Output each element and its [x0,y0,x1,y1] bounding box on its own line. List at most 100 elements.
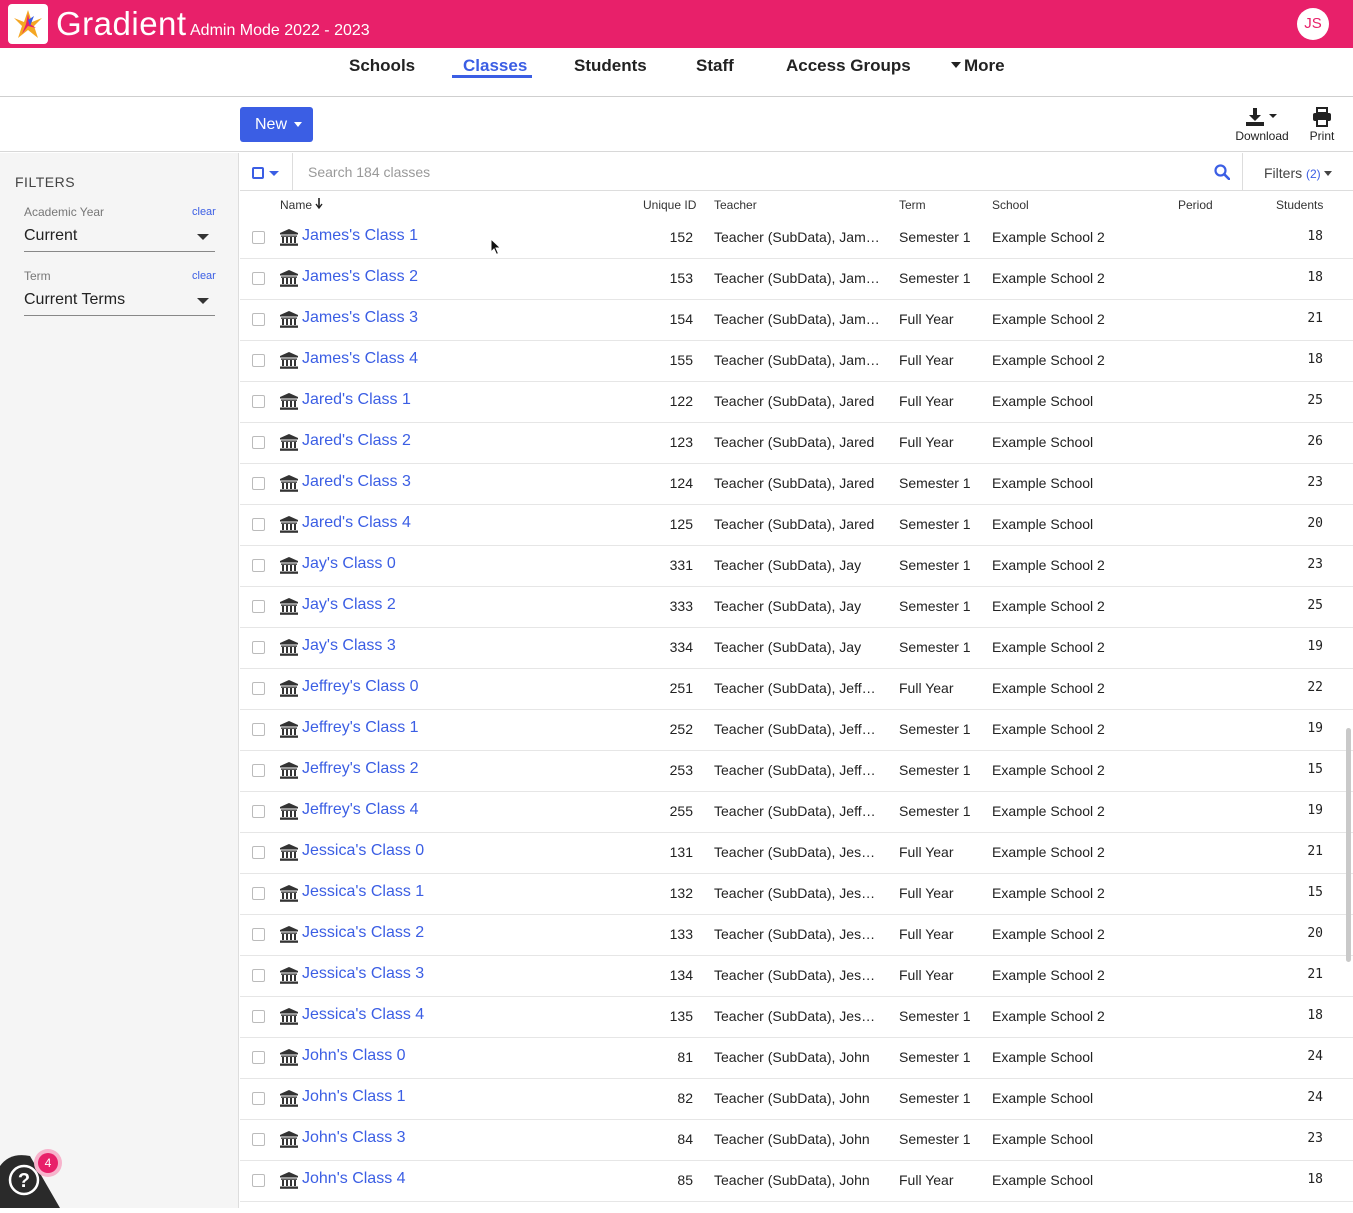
class-name-link[interactable]: John's Class 1 [302,1088,406,1106]
table-row[interactable]: Jared's Class 1 122 Teacher (SubData), Jar… [240,382,1353,423]
table-row[interactable]: Jared's Class 4 125 Teacher (SubData), Jar… [240,505,1353,546]
row-checkbox[interactable] [252,969,265,982]
class-name-link[interactable]: Jay's Class 2 [302,596,396,614]
table-row[interactable]: Jeffrey's Class 0 251 Teacher (SubData), J… [240,669,1353,710]
table-row[interactable]: James's Class 1 152 Teacher (SubData), Jam… [240,218,1353,259]
table-row[interactable]: Jessica's Class 3 134 Teacher (SubData), J… [240,956,1353,997]
class-name-link[interactable]: Jared's Class 4 [302,514,411,532]
row-checkbox[interactable] [252,1092,265,1105]
new-button[interactable]: New [240,107,313,142]
term-clear-link[interactable]: clear [192,270,216,282]
select-menu-caret-icon[interactable] [269,171,279,176]
table-row[interactable]: James's Class 3 154 Teacher (SubData), Jam… [240,300,1353,341]
class-name-link[interactable]: Jessica's Class 4 [302,1006,424,1024]
search-input[interactable] [308,161,1188,183]
row-checkbox[interactable] [252,723,265,736]
row-checkbox[interactable] [252,1010,265,1023]
class-name-link[interactable]: Jeffrey's Class 2 [302,760,419,778]
row-checkbox[interactable] [252,272,265,285]
class-name-link[interactable]: Jeffrey's Class 0 [302,678,419,696]
search-icon[interactable] [1214,164,1231,185]
filters-button[interactable]: Filters (2) [1264,165,1321,181]
class-name-link[interactable]: Jeffrey's Class 4 [302,801,419,819]
class-name-link[interactable]: Jessica's Class 0 [302,842,424,860]
row-checkbox[interactable] [252,559,265,572]
table-row[interactable]: Jessica's Class 0 131 Teacher (SubData), J… [240,833,1353,874]
nav-classes[interactable]: Classes [463,56,527,76]
table-row[interactable]: Jay's Class 0 331 Teacher (SubData), Jay Se… [240,546,1353,587]
class-name-link[interactable]: Jared's Class 3 [302,473,411,491]
nav-students[interactable]: Students [574,56,647,76]
class-name-link[interactable]: James's Class 3 [302,309,418,327]
class-name-link[interactable]: Jared's Class 2 [302,432,411,450]
table-row[interactable]: Jeffrey's Class 2 253 Teacher (SubData), J… [240,751,1353,792]
row-checkbox[interactable] [252,805,265,818]
column-header-school[interactable]: School [992,198,1029,212]
class-name-link[interactable]: John's Class 3 [302,1129,406,1147]
table-row[interactable]: John's Class 4 85 Teacher (SubData), John F… [240,1161,1353,1202]
row-checkbox[interactable] [252,641,265,654]
class-name-link[interactable]: Jay's Class 0 [302,555,396,573]
table-row[interactable]: Jessica's Class 1 132 Teacher (SubData), J… [240,874,1353,915]
class-name-link[interactable]: Jessica's Class 2 [302,924,424,942]
column-header-unique-id[interactable]: Unique ID [643,198,696,212]
column-header-name[interactable]: Name [280,198,323,212]
row-checkbox[interactable] [252,682,265,695]
table-row[interactable]: Jared's Class 2 123 Teacher (SubData), Jar… [240,423,1353,464]
row-checkbox[interactable] [252,477,265,490]
row-checkbox[interactable] [252,764,265,777]
class-name-link[interactable]: Jared's Class 1 [302,391,411,409]
row-checkbox[interactable] [252,1051,265,1064]
academic-year-clear-link[interactable]: clear [192,206,216,218]
notification-badge[interactable]: 4 [38,1153,58,1173]
class-name-link[interactable]: John's Class 4 [302,1170,406,1188]
nav-staff[interactable]: Staff [696,56,734,76]
table-row[interactable]: James's Class 4 155 Teacher (SubData), Jam… [240,341,1353,382]
class-name-link[interactable]: John's Class 0 [302,1047,406,1065]
row-checkbox[interactable] [252,436,265,449]
download-button[interactable]: Download [1233,107,1291,143]
table-row[interactable]: John's Class 1 82 Teacher (SubData), John S… [240,1079,1353,1120]
column-header-term[interactable]: Term [899,198,926,212]
row-checkbox[interactable] [252,928,265,941]
select-all-checkbox[interactable] [252,167,264,179]
table-row[interactable]: Jessica's Class 4 135 Teacher (SubData), J… [240,997,1353,1038]
class-name-link[interactable]: Jessica's Class 1 [302,883,424,901]
term-select[interactable]: Current Terms [24,291,125,309]
scrollbar[interactable] [1346,728,1351,962]
class-name-link[interactable]: Jay's Class 3 [302,637,396,655]
row-checkbox[interactable] [252,1174,265,1187]
table-row[interactable]: Jeffrey's Class 1 252 Teacher (SubData), J… [240,710,1353,751]
print-button[interactable]: Print [1305,107,1339,143]
row-checkbox[interactable] [252,600,265,613]
table-row[interactable]: John's Class 0 81 Teacher (SubData), John S… [240,1038,1353,1079]
row-checkbox[interactable] [252,887,265,900]
class-name-link[interactable]: Jeffrey's Class 1 [302,719,419,737]
row-checkbox[interactable] [252,231,265,244]
class-name-link[interactable]: James's Class 1 [302,227,418,245]
class-name-link[interactable]: Jessica's Class 3 [302,965,424,983]
nav-access-groups[interactable]: Access Groups [786,56,911,76]
row-checkbox[interactable] [252,846,265,859]
class-name-link[interactable]: James's Class 2 [302,268,418,286]
gradient-logo[interactable] [8,4,48,44]
table-row[interactable]: James's Class 2 153 Teacher (SubData), Jam… [240,259,1353,300]
user-avatar[interactable]: JS [1297,8,1329,40]
column-header-period[interactable]: Period [1178,198,1213,212]
table-row[interactable]: Jeffrey's Class 4 255 Teacher (SubData), J… [240,792,1353,833]
table-row[interactable]: John's Class 3 84 Teacher (SubData), John S… [240,1120,1353,1161]
academic-year-select[interactable]: Current [24,227,77,245]
column-header-students[interactable]: Students [1276,198,1323,212]
chevron-down-icon[interactable] [1324,171,1332,176]
nav-schools[interactable]: Schools [349,56,415,76]
row-checkbox[interactable] [252,395,265,408]
chevron-down-icon[interactable] [197,234,209,240]
column-header-teacher[interactable]: Teacher [714,198,757,212]
row-checkbox[interactable] [252,1133,265,1146]
table-row[interactable]: Jessica's Class 2 133 Teacher (SubData), J… [240,915,1353,956]
row-checkbox[interactable] [252,354,265,367]
row-checkbox[interactable] [252,518,265,531]
row-checkbox[interactable] [252,313,265,326]
class-name-link[interactable]: James's Class 4 [302,350,418,368]
chevron-down-icon[interactable] [197,298,209,304]
